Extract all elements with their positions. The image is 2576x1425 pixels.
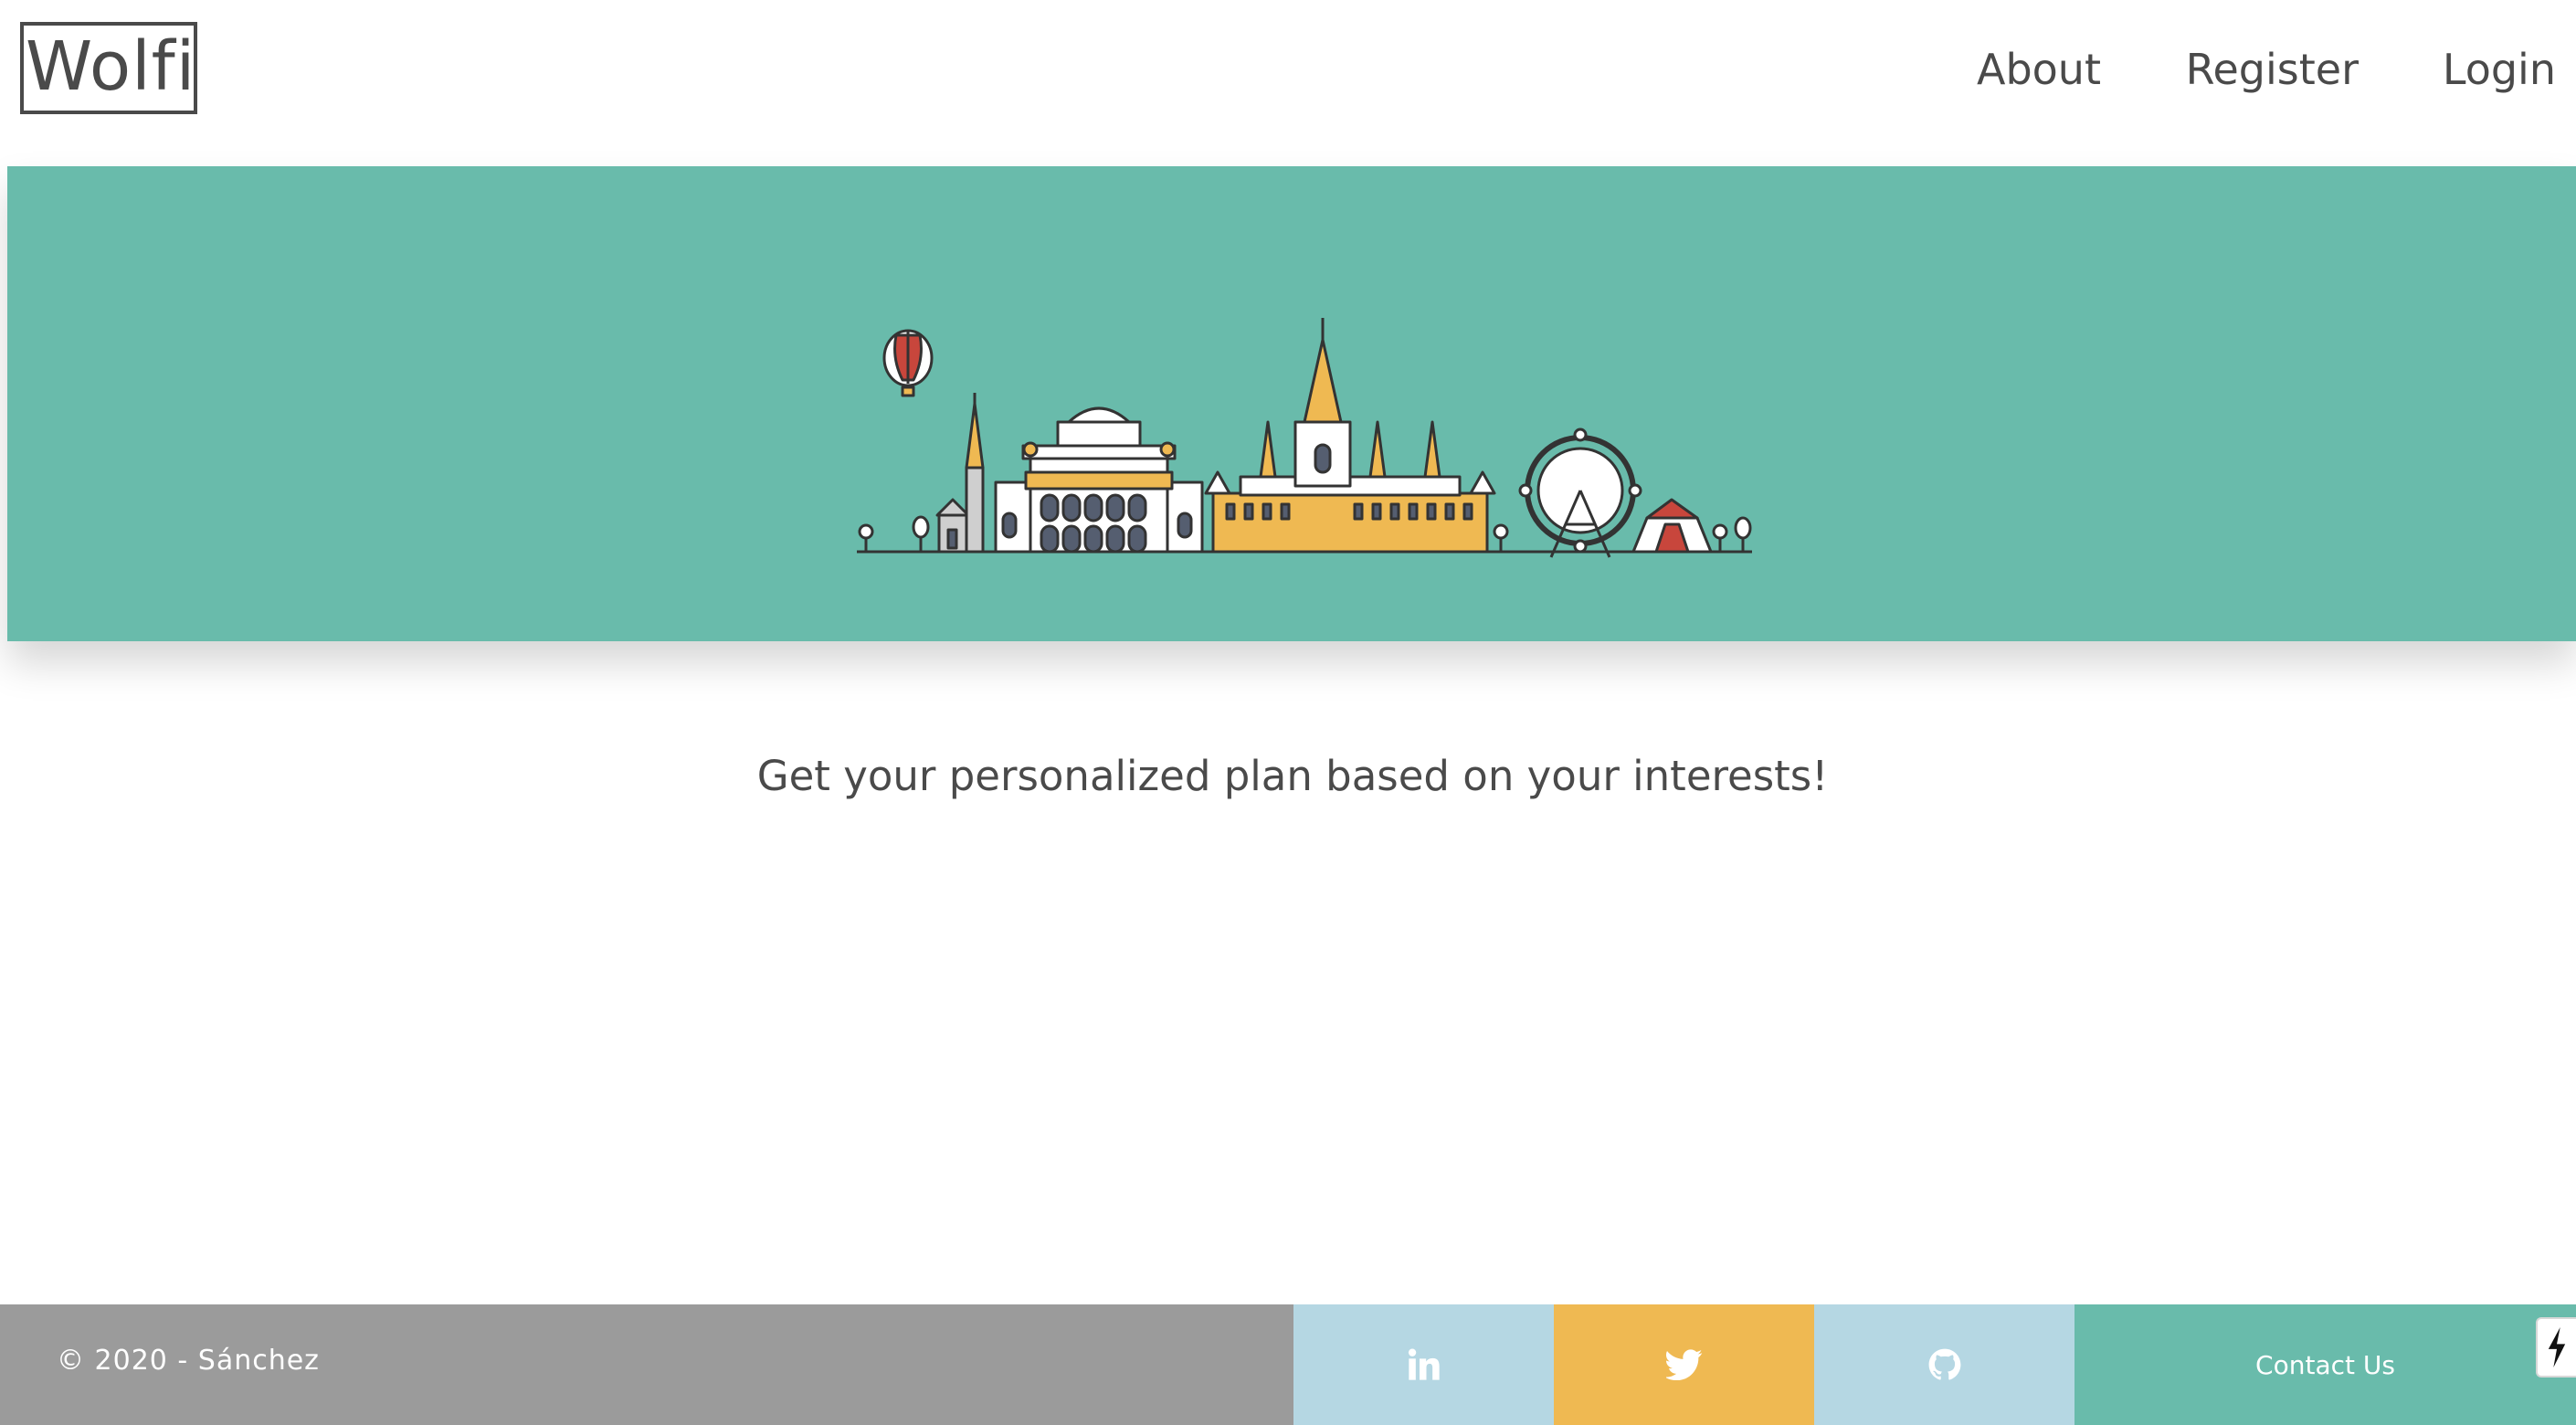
linkedin-link[interactable] [1293,1304,1554,1425]
contact-us-link[interactable]: Contact Us [2075,1304,2576,1425]
balloon-icon [882,329,934,397]
bolt-widget-button[interactable] [2536,1317,2576,1378]
bolt-icon [2548,1327,2566,1367]
hero-banner [7,166,2576,641]
page: Wolfi About Register Login Get your pers… [0,0,2576,1425]
twitter-icon [1665,1349,1702,1380]
tagline: Get your personalized plan based on your… [756,752,1829,800]
footer: © 2020 - Sánchez Contact Us [0,1304,2576,1425]
linkedin-icon [1408,1348,1440,1380]
logo-link[interactable]: Wolfi [20,22,197,114]
city-skyline-illustration [857,318,1752,558]
nav-login-link[interactable]: Login [2443,35,2556,104]
nav-register-link[interactable]: Register [2186,35,2359,104]
github-link[interactable] [1814,1304,2075,1425]
copyright-text: © 2020 - Sánchez [0,1304,1293,1425]
twitter-link[interactable] [1554,1304,1814,1425]
github-icon [1928,1348,1960,1380]
nav-about-link[interactable]: About [1977,35,2101,104]
ferris-wheel-icon [1518,428,1642,558]
